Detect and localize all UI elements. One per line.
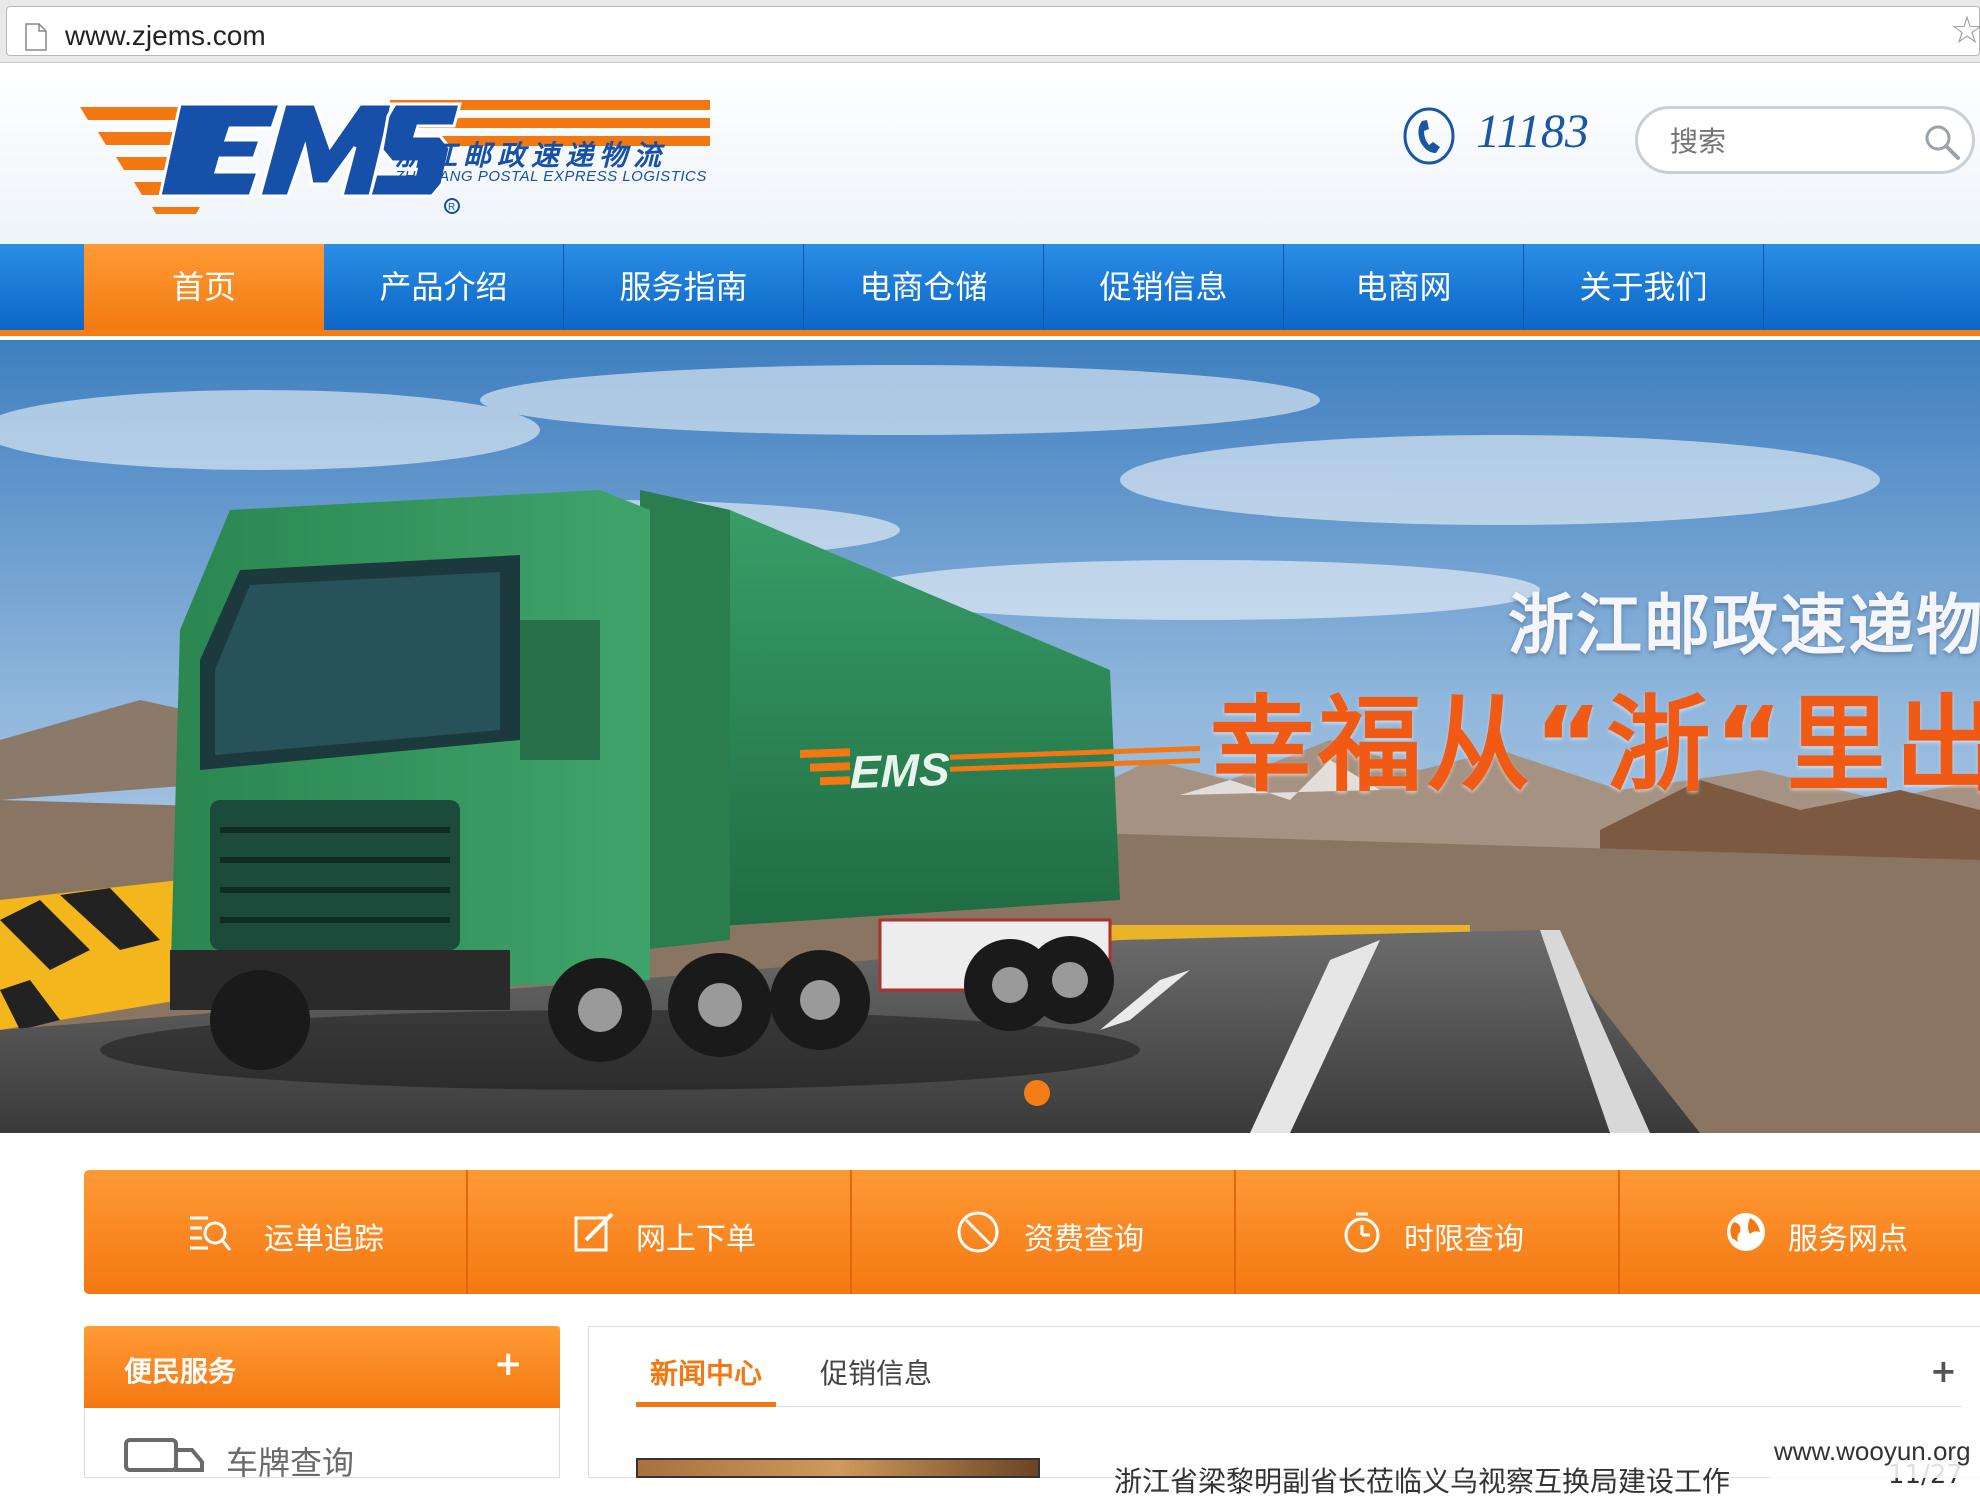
banner-slogan-line2: 幸福从“浙“里出发 — [1210, 684, 1980, 806]
slide-indicator-dot[interactable] — [1024, 1080, 1050, 1106]
active-tab-underline — [636, 1402, 776, 1407]
quick-fee-inquiry[interactable]: 资费查询 — [852, 1170, 1236, 1294]
quick-label-order: 网上下单 — [636, 1222, 756, 1257]
truck-icon — [124, 1438, 204, 1472]
tab-divider — [636, 1406, 1962, 1407]
search-icon[interactable] — [1923, 123, 1961, 161]
nav-home[interactable]: 首页 — [84, 244, 324, 330]
quick-online-order[interactable]: 网上下单 — [468, 1170, 852, 1294]
globe-icon — [1727, 1213, 1765, 1251]
nav-products[interactable]: 产品介绍 — [324, 244, 564, 330]
quick-label-track: 运单追踪 — [264, 1222, 384, 1257]
quick-label-time: 时限查询 — [1404, 1222, 1524, 1257]
site-header: R 浙江邮政速递物流 ZHEJIANG POSTAL EXPRESS LOGIS… — [0, 64, 1980, 244]
svg-text:R: R — [448, 202, 455, 213]
main-nav: 首页 产品介绍 服务指南 电商仓储 促销信息 电商网 关于我们 — [0, 244, 1980, 336]
watermark-text: www.wooyun.org — [1774, 1436, 1971, 1466]
convenience-service-header[interactable]: 便民服务 + — [84, 1326, 560, 1408]
page-icon — [25, 23, 47, 51]
url-field[interactable]: www.zjems.com — [6, 6, 1980, 56]
quick-label-points: 服务网点 — [1788, 1222, 1908, 1257]
timer-icon — [1344, 1212, 1380, 1253]
tab-promotions[interactable]: 促销信息 — [820, 1352, 932, 1392]
search-input[interactable] — [1668, 121, 1898, 161]
fee-icon — [957, 1211, 999, 1253]
expand-plus-icon[interactable]: + — [494, 1344, 523, 1384]
nav-service-guide[interactable]: 服务指南 — [564, 244, 804, 330]
banner-slogan-line1: 浙江邮政速递物流 — [1508, 587, 1980, 664]
star-icon[interactable]: ☆ — [1950, 8, 1980, 52]
hotline-number: 11183 — [1476, 105, 1589, 158]
plate-inquiry-link[interactable]: 车牌查询 — [226, 1438, 354, 1484]
edit-icon — [574, 1212, 614, 1252]
news-headline[interactable]: 浙江省梁黎明副省长莅临义乌视察互换局建设工作 — [1114, 1460, 1730, 1500]
quick-service-points[interactable]: 服务网点 — [1620, 1170, 1980, 1294]
quick-service-bar: 运单追踪 网上下单 资费查询 时限查询 服务网点 — [84, 1170, 1980, 1294]
search-box[interactable] — [1635, 106, 1975, 174]
browser-address-bar: www.zjems.com ☆ — [0, 0, 1980, 63]
quick-label-fee: 资费查询 — [1024, 1222, 1144, 1257]
nav-ecommerce-warehouse[interactable]: 电商仓储 — [804, 244, 1044, 330]
nav-ecommerce-site[interactable]: 电商网 — [1284, 244, 1524, 330]
quick-time-limit[interactable]: 时限查询 — [1236, 1170, 1620, 1294]
quick-track-waybill[interactable]: 运单追踪 — [84, 1170, 468, 1294]
svg-text:EMS: EMS — [850, 743, 950, 798]
nav-promotions[interactable]: 促销信息 — [1044, 244, 1284, 330]
logo-english-text: ZHEJIANG POSTAL EXPRESS LOGISTICS — [395, 168, 707, 185]
convenience-service-title: 便民服务 — [124, 1355, 237, 1388]
phone-icon — [1403, 107, 1455, 165]
tab-news-center[interactable]: 新闻中心 — [650, 1352, 762, 1392]
nav-about-us[interactable]: 关于我们 — [1524, 244, 1764, 330]
url-text[interactable]: www.zjems.com — [65, 20, 266, 52]
news-more-plus-icon[interactable]: + — [1930, 1352, 1957, 1390]
track-icon — [190, 1216, 232, 1251]
news-thumbnail[interactable] — [636, 1458, 1040, 1478]
hero-banner[interactable]: EMS 浙江邮政速递物 幸福从“浙“里出 — [0, 340, 1980, 1133]
